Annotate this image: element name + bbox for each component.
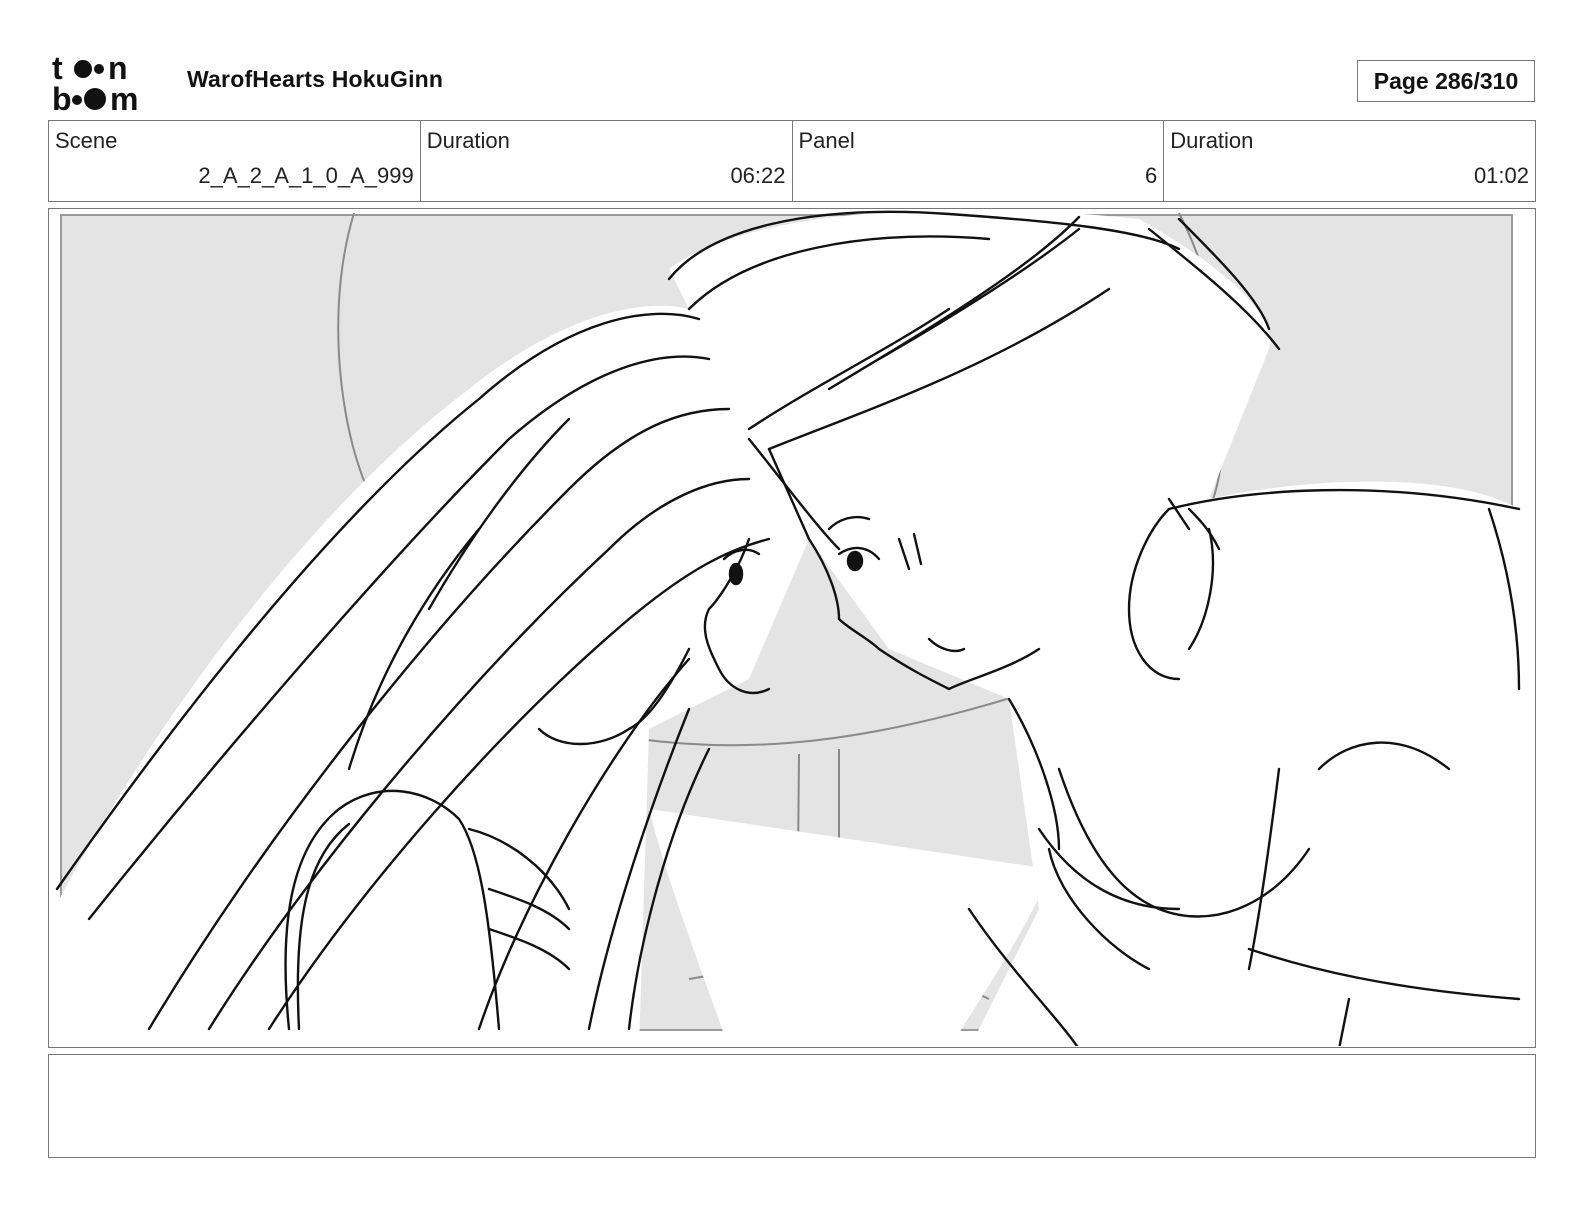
svg-text:m: m: [110, 81, 138, 114]
panel-cell: Panel 6: [793, 121, 1165, 201]
toon-boom-logo: t n b m: [52, 50, 164, 117]
scene-duration-value: 06:22: [730, 163, 786, 188]
project-title: WarofHearts HokuGinn: [187, 66, 444, 92]
scene-value: 2_A_2_A_1_0_A_999: [198, 163, 414, 188]
panel-duration-label: Duration: [1170, 128, 1254, 153]
scene-duration-cell: Duration 06:22: [421, 121, 793, 201]
svg-text:b: b: [52, 81, 72, 114]
panel-duration-value: 01:02: [1473, 163, 1529, 188]
panel-sketch: [54, 209, 1521, 1046]
storyboard-panel[interactable]: [48, 208, 1536, 1048]
scene-info-table: Scene 2_A_2_A_1_0_A_999 Duration 06:22 P…: [48, 120, 1536, 202]
scene-duration-label: Duration: [426, 128, 510, 153]
panel-value: 6: [1145, 163, 1158, 188]
scene-label: Scene: [55, 128, 118, 153]
panel-duration-cell: Duration 01:02: [1164, 121, 1535, 201]
panel-label: Panel: [798, 128, 855, 153]
scene-cell: Scene 2_A_2_A_1_0_A_999: [49, 121, 421, 201]
page-label: Page 286/310: [1373, 67, 1519, 94]
page-indicator: Page 286/310: [1357, 60, 1535, 102]
panel-notes-box[interactable]: [48, 1054, 1536, 1158]
